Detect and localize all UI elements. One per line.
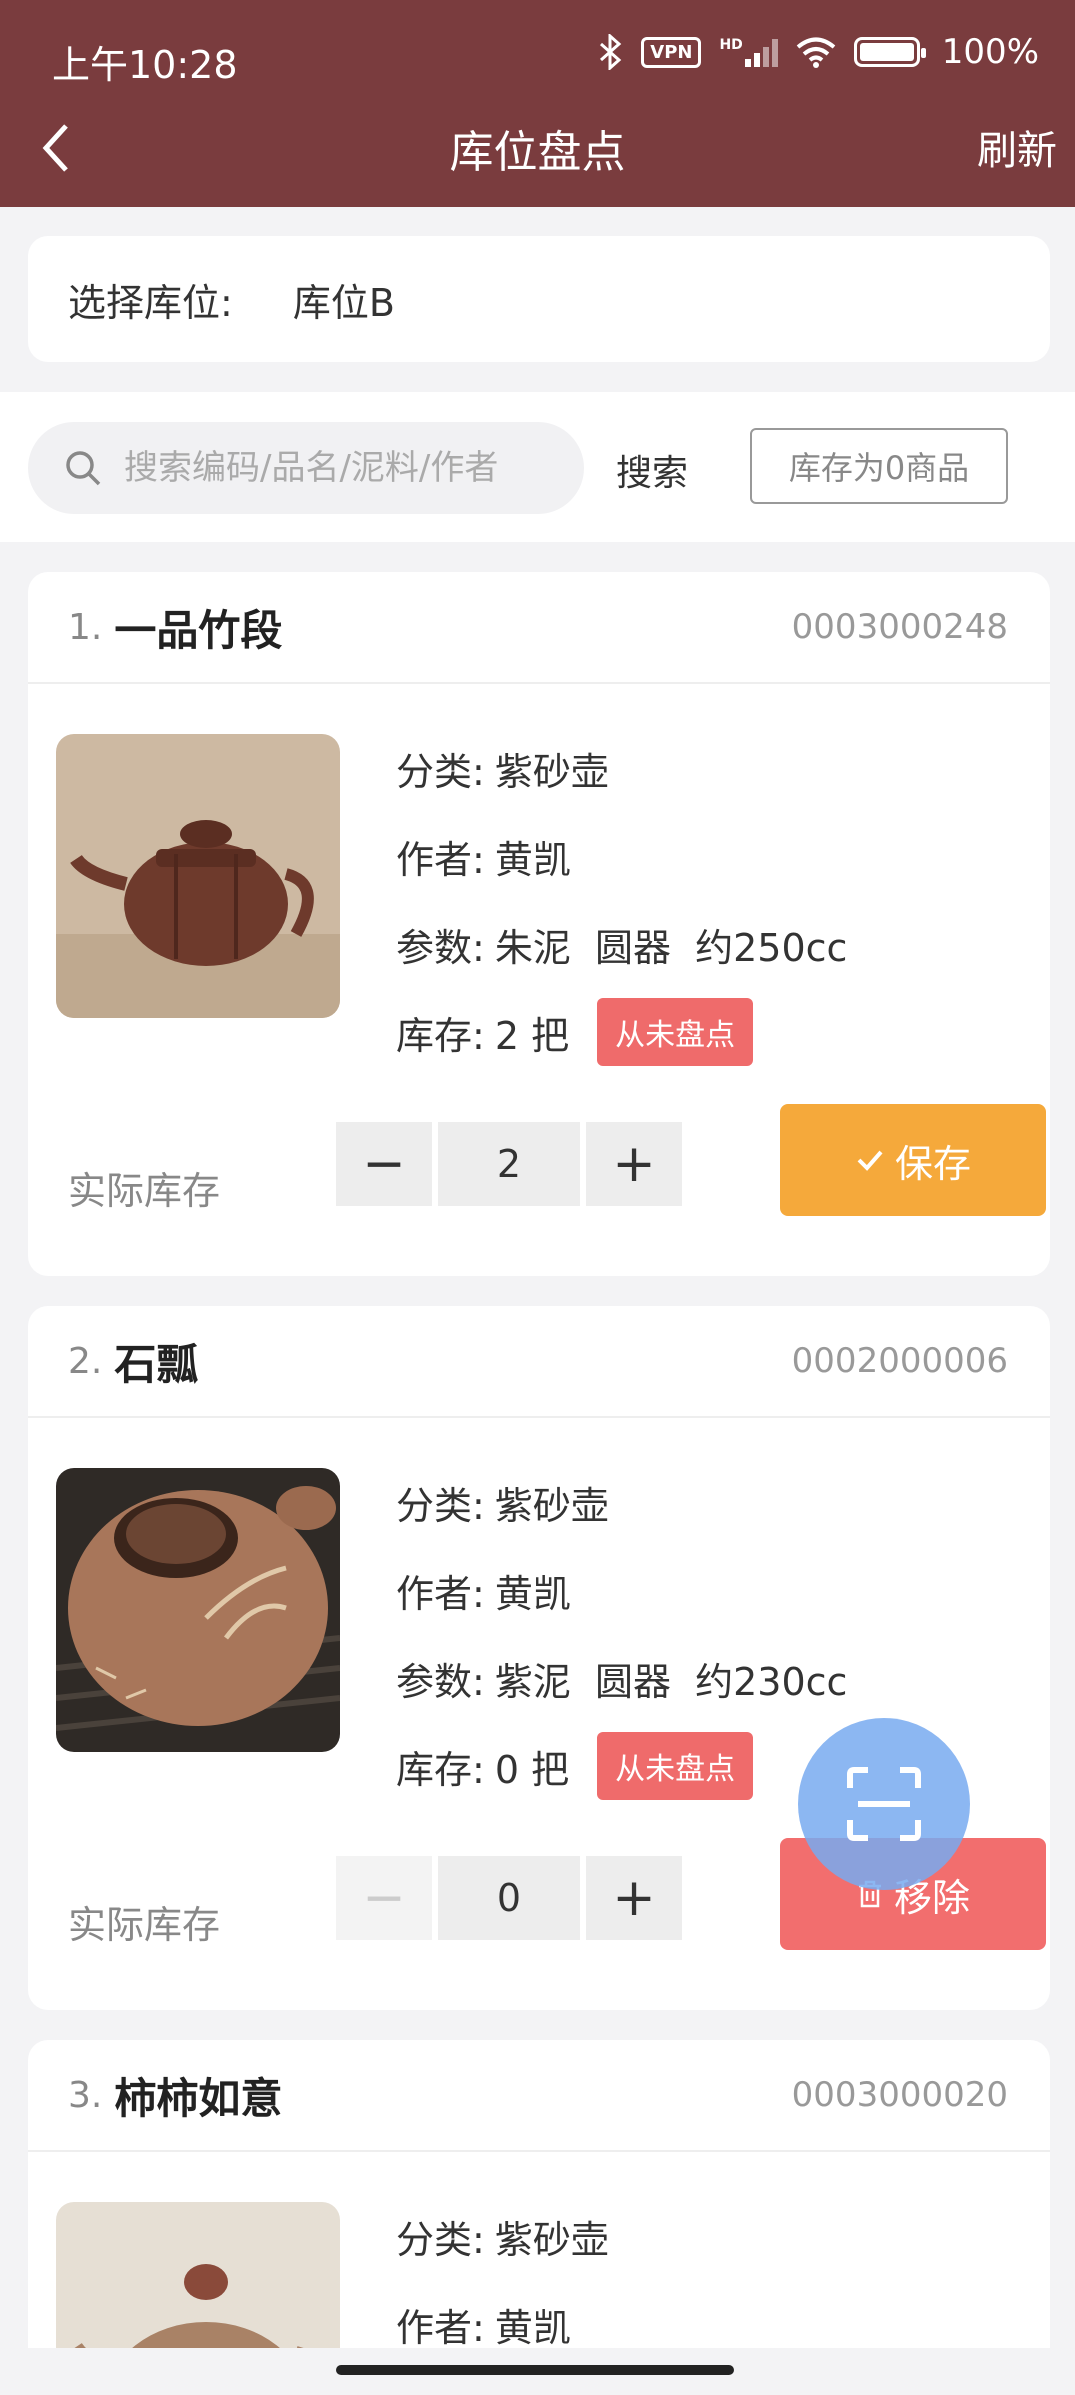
- product-code: 0002000006: [791, 1341, 1008, 1381]
- product-name: 柿柿如意: [114, 2073, 283, 2123]
- author-value: 黄凯: [494, 837, 571, 882]
- product-card-footer: 实际库存 − 2 + 保存: [28, 1084, 1050, 1274]
- zero-stock-filter-button[interactable]: 库存为0商品: [750, 428, 1008, 504]
- category-label: 分类:: [396, 2217, 485, 2262]
- quantity-stepper: − 2 +: [336, 1122, 682, 1206]
- wifi-icon: [796, 37, 836, 68]
- check-icon: [857, 1150, 883, 1171]
- product-card: 1. 一品竹段 0003000248 分类: 紫砂壶 作者: 黄凯 参数: 朱泥 圆器…: [28, 572, 1050, 1276]
- author-label: 作者:: [396, 2305, 485, 2350]
- actual-stock-label: 实际库存: [68, 1903, 221, 1947]
- quantity-stepper: − 0 +: [336, 1856, 682, 1940]
- product-index: 1.: [68, 606, 103, 648]
- params-value: 朱泥 圆器 约250cc: [494, 925, 848, 970]
- status-badge: 从未盘点: [597, 998, 754, 1066]
- cellular-signal-icon: HD: [719, 37, 778, 67]
- status-icons: VPN HD 100%: [599, 32, 1039, 72]
- decrement-button[interactable]: −: [336, 1122, 432, 1206]
- minus-icon: −: [362, 1868, 406, 1928]
- product-image: [56, 1468, 340, 1752]
- quantity-value[interactable]: 2: [438, 1122, 580, 1206]
- product-info: 分类: 紫砂壶 作者: 黄凯 参数: 朱泥 圆器 约250cc 库存: 2 把从未盘点: [396, 724, 847, 1076]
- decrement-button[interactable]: −: [336, 1856, 432, 1940]
- stock-value: 2 把: [494, 1013, 570, 1058]
- product-image: [56, 734, 340, 1018]
- product-card-body: 分类: 紫砂壶 作者: 黄凯: [28, 2152, 1050, 2380]
- scan-icon: [847, 1767, 921, 1841]
- minus-icon: −: [362, 1134, 406, 1194]
- product-info: 分类: 紫砂壶 作者: 黄凯: [396, 2192, 609, 2368]
- plus-icon: +: [612, 1134, 656, 1194]
- hd-label: HD: [719, 37, 743, 53]
- params-value: 紫泥 圆器 约230cc: [494, 1659, 848, 1704]
- actual-stock-label: 实际库存: [68, 1169, 221, 1213]
- product-card-header: 1. 一品竹段 0003000248: [28, 572, 1050, 684]
- product-card-header: 3. 柿柿如意 0003000020: [28, 2040, 1050, 2152]
- battery-icon: [853, 37, 926, 67]
- location-selector[interactable]: 选择库位: 库位B: [28, 236, 1050, 362]
- save-button[interactable]: 保存: [780, 1104, 1046, 1216]
- author-value: 黄凯: [494, 1571, 571, 1616]
- params-label: 参数:: [396, 1659, 485, 1704]
- status-badge: 从未盘点: [597, 1732, 754, 1800]
- location-value[interactable]: 库位B: [293, 272, 395, 327]
- product-code: 0003000248: [791, 607, 1008, 647]
- plus-icon: +: [612, 1868, 656, 1928]
- battery-percent: 100%: [941, 32, 1039, 72]
- page-title: 库位盘点: [449, 127, 626, 178]
- product-index: 2.: [68, 1340, 103, 1382]
- search-box[interactable]: [28, 422, 584, 514]
- increment-button[interactable]: +: [586, 1122, 682, 1206]
- stock-label: 库存:: [396, 1013, 485, 1058]
- search-input[interactable]: [124, 448, 564, 488]
- category-value: 紫砂壶: [494, 1483, 609, 1528]
- search-button[interactable]: 搜索: [616, 444, 688, 496]
- product-index: 3.: [68, 2074, 103, 2116]
- app-header: 上午10:28 VPN HD 100% 库位盘点 刷新: [0, 0, 1075, 207]
- save-button-label: 保存: [894, 1141, 971, 1186]
- author-label: 作者:: [396, 837, 485, 882]
- increment-button[interactable]: +: [586, 1856, 682, 1940]
- author-label: 作者:: [396, 1571, 485, 1616]
- product-name: 石瓢: [114, 1339, 199, 1389]
- category-value: 紫砂壶: [494, 749, 609, 794]
- product-card: 3. 柿柿如意 0003000020 分类: 紫砂壶 作者: 黄凯: [28, 2040, 1050, 2380]
- author-value: 黄凯: [494, 2305, 571, 2350]
- search-bar: 搜索 库存为0商品: [0, 392, 1075, 542]
- product-card-body: 分类: 紫砂壶 作者: 黄凯 参数: 朱泥 圆器 约250cc 库存: 2 把从未盘点: [28, 684, 1050, 1084]
- stock-value: 0 把: [494, 1747, 570, 1792]
- product-info: 分类: 紫砂壶 作者: 黄凯 参数: 紫泥 圆器 约230cc 库存: 0 把从未盘点: [396, 1458, 847, 1810]
- scan-button[interactable]: [798, 1718, 970, 1890]
- search-icon: [66, 451, 101, 486]
- refresh-button[interactable]: 刷新: [977, 118, 1057, 176]
- product-code: 0003000020: [791, 2075, 1008, 2115]
- product-card-header: 2. 石瓢 0002000006: [28, 1306, 1050, 1418]
- category-label: 分类:: [396, 1483, 485, 1528]
- product-name: 一品竹段: [114, 605, 283, 655]
- vpn-icon: VPN: [641, 36, 702, 68]
- category-value: 紫砂壶: [494, 2217, 609, 2262]
- location-label: 选择库位:: [68, 280, 233, 325]
- product-card: 2. 石瓢 0002000006 分类: 紫砂壶 作者: 黄凯 参数: 紫泥 圆器 约…: [28, 1306, 1050, 2010]
- status-time: 上午10:28: [52, 43, 238, 87]
- stock-label: 库存:: [396, 1747, 485, 1792]
- home-indicator[interactable]: [336, 2365, 734, 2375]
- quantity-value[interactable]: 0: [438, 1856, 580, 1940]
- params-label: 参数:: [396, 925, 485, 970]
- category-label: 分类:: [396, 749, 485, 794]
- bluetooth-icon: [600, 34, 622, 70]
